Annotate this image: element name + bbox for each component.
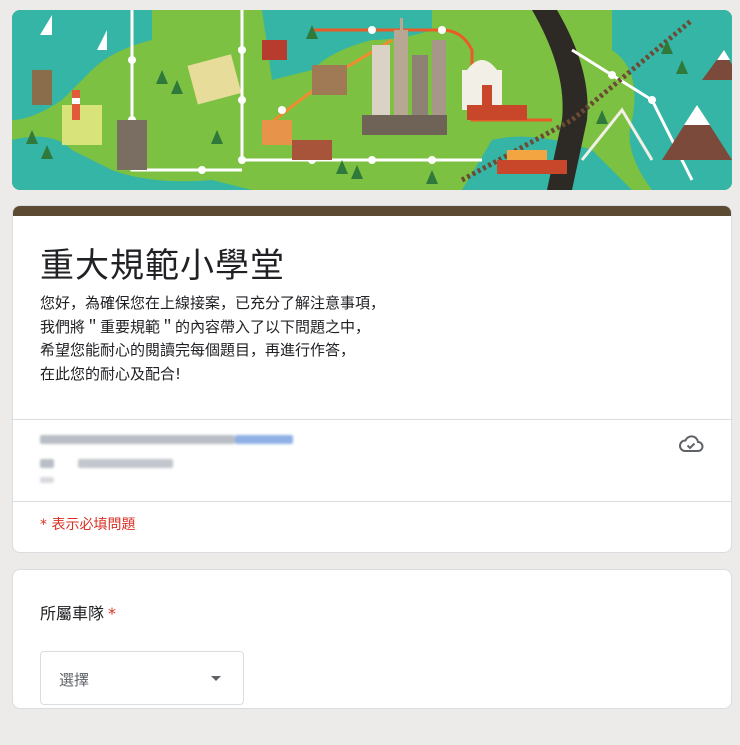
header-banner-image	[12, 10, 732, 190]
select-value: 選擇	[59, 671, 90, 689]
description-line: 希望您能耐心的閱讀完每個題目，再進行作答，	[40, 341, 356, 359]
required-star: *	[108, 604, 117, 623]
section-divider	[13, 419, 731, 420]
form-description: 您好，為確保您在上線接案，已充分了解注意事項， 我們將＂重要規範＂的內容帶入了以…	[40, 292, 385, 386]
form-header-card: 重大規範小學堂 您好，為確保您在上線接案，已充分了解注意事項， 我們將＂重要規範…	[12, 205, 732, 553]
description-line: 我們將＂重要規範＂的內容帶入了以下問題之中，	[40, 317, 371, 336]
question-label: 所屬車隊	[40, 604, 105, 623]
description-line: 您好，為確保您在上線接案，已充分了解注意事項，	[40, 294, 386, 312]
question-card: 所屬車隊 * 選擇	[12, 569, 732, 709]
team-select-dropdown[interactable]: 選擇	[40, 651, 244, 705]
question-title: 所屬車隊 *	[40, 600, 116, 624]
theme-color-bar	[13, 206, 731, 216]
section-divider	[13, 501, 731, 502]
account-info-redacted	[40, 432, 300, 492]
cloud-check-icon[interactable]	[678, 434, 704, 454]
required-note: * 表示必填問題	[40, 517, 136, 533]
form-title: 重大規範小學堂	[40, 246, 285, 286]
description-line: 在此您的耐心及配合!	[40, 364, 182, 383]
dropdown-arrow-icon	[211, 676, 221, 681]
